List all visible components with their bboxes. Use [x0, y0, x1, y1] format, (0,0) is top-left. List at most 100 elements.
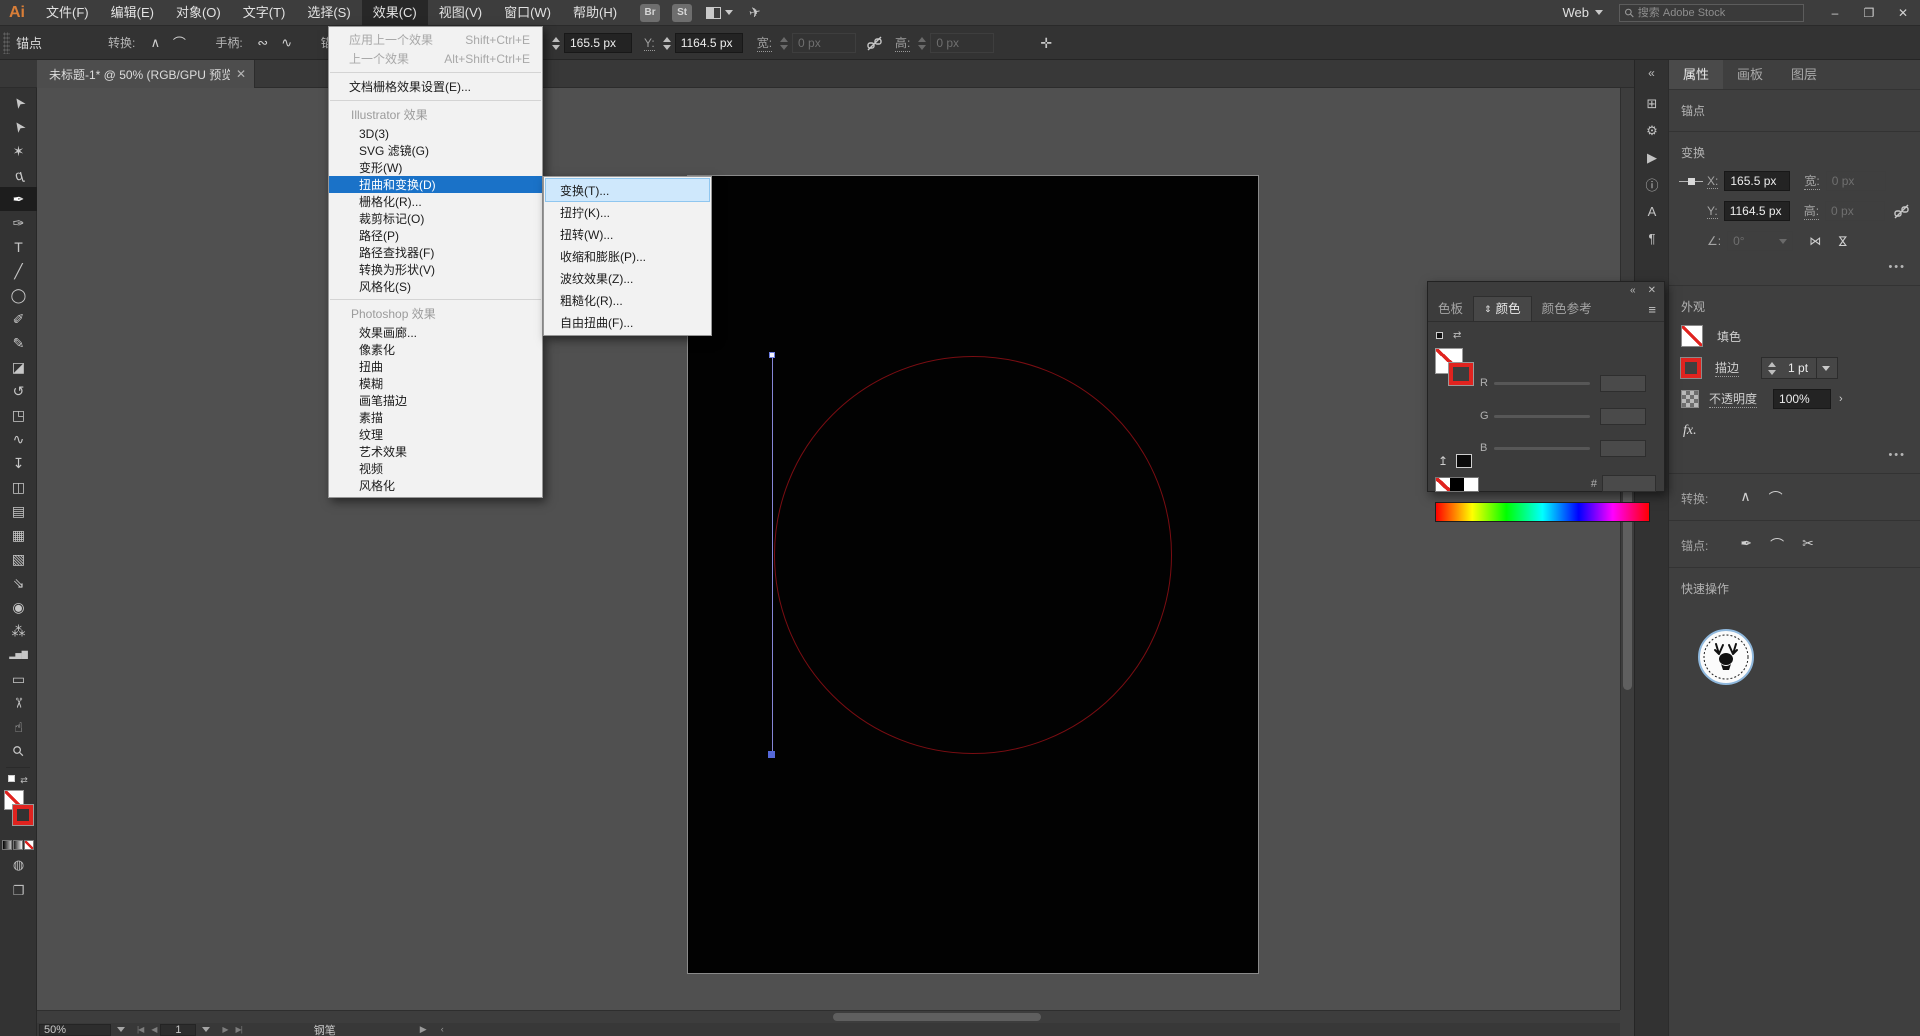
- submenu-item[interactable]: 扭转(W)...: [546, 223, 709, 245]
- type-tool[interactable]: T: [0, 235, 37, 259]
- red-slider[interactable]: [1494, 382, 1590, 385]
- gradient-tool[interactable]: ▧: [0, 547, 37, 571]
- menubar-item[interactable]: 视图(V): [428, 0, 493, 26]
- menu-item[interactable]: 栅格化(R)...: [329, 193, 542, 210]
- restore-button[interactable]: ❐: [1852, 0, 1886, 26]
- panel-menu-icon[interactable]: ≡: [1648, 302, 1656, 317]
- line-segment-tool[interactable]: ╱: [0, 259, 37, 283]
- convert-to-corner-icon[interactable]: ∧: [1740, 488, 1750, 508]
- workspace-switcher-icon[interactable]: [706, 7, 733, 19]
- stock-icon[interactable]: St: [672, 4, 692, 22]
- gradient-button[interactable]: [13, 840, 23, 850]
- column-graph-tool[interactable]: ▂▅▇: [0, 643, 37, 667]
- hide-handles-icon[interactable]: ∿: [276, 32, 298, 54]
- menu-item[interactable]: 裁剪标记(O): [329, 210, 542, 227]
- none-button[interactable]: [24, 840, 34, 850]
- paragraph-panel-icon[interactable]: ¶: [1635, 225, 1669, 252]
- stroke-swatch[interactable]: [1681, 358, 1701, 378]
- show-handles-icon[interactable]: ∾: [252, 32, 274, 54]
- tab-artboards[interactable]: 画板: [1723, 60, 1777, 89]
- panel-grip[interactable]: [3, 32, 10, 54]
- tab-properties[interactable]: 属性: [1669, 60, 1723, 89]
- menu-item[interactable]: 扭曲和变换(D): [329, 176, 542, 193]
- play-icon[interactable]: ▶: [420, 1024, 427, 1035]
- asset-export-panel-icon[interactable]: ⚙: [1635, 117, 1669, 144]
- pen-tool[interactable]: ✒: [0, 187, 37, 211]
- expand-panels-icon[interactable]: «: [1635, 60, 1668, 90]
- tab-color[interactable]: ⇕ 颜色: [1473, 296, 1532, 321]
- canvas-area[interactable]: [37, 88, 1620, 1010]
- menu-item[interactable]: 路径查找器(F): [329, 244, 542, 261]
- opacity-label[interactable]: 不透明度: [1709, 390, 1757, 408]
- menu-item-document-raster-settings[interactable]: 文档栅格效果设置(E)...: [329, 77, 542, 96]
- appearance-more-options[interactable]: •••: [1669, 439, 1920, 461]
- transform-more-options[interactable]: •••: [1669, 251, 1920, 273]
- zoom-tool[interactable]: ⚲: [0, 739, 37, 763]
- menu-item[interactable]: 风格化: [329, 477, 542, 494]
- artboards-panel-icon[interactable]: ⊞: [1635, 90, 1669, 117]
- tab-color-guide[interactable]: 颜色参考: [1532, 297, 1602, 321]
- bridge-icon[interactable]: Br: [640, 4, 660, 22]
- submenu-item[interactable]: 变换(T)...: [546, 179, 709, 201]
- last-artboard-icon[interactable]: ▶|: [236, 1025, 242, 1034]
- collapse-icon[interactable]: ‹: [441, 1024, 444, 1035]
- hex-value-field[interactable]: [1602, 475, 1656, 492]
- anchor-point-top[interactable]: [769, 352, 775, 358]
- fx-button[interactable]: fx.: [1669, 409, 1920, 439]
- menu-item[interactable]: 风格化(S): [329, 278, 542, 295]
- submenu-item[interactable]: 自由扭曲(F)...: [546, 311, 709, 333]
- paintbrush-tool[interactable]: ✐: [0, 307, 37, 331]
- menubar-item[interactable]: 编辑(E): [100, 0, 165, 26]
- submenu-item[interactable]: 扭拧(K)...: [546, 201, 709, 223]
- tab-close-icon[interactable]: ✕: [236, 67, 246, 81]
- menu-item[interactable]: 3D(3): [329, 125, 542, 142]
- y-value-field[interactable]: 1164.5 px: [1724, 201, 1790, 221]
- convert-to-smooth-icon[interactable]: ⌒: [1769, 488, 1783, 508]
- close-panel-icon[interactable]: ✕: [1648, 285, 1656, 296]
- menu-item[interactable]: 模糊: [329, 375, 542, 392]
- blue-slider[interactable]: [1494, 447, 1590, 450]
- flip-vertical-icon[interactable]: ⋈: [1840, 235, 1846, 247]
- menubar-item[interactable]: 帮助(H): [562, 0, 628, 26]
- selected-path-segment[interactable]: [772, 355, 773, 755]
- eyedropper-tool[interactable]: ⇘: [0, 571, 37, 595]
- green-value-field[interactable]: [1600, 408, 1646, 425]
- next-artboard-icon[interactable]: ▶: [222, 1025, 227, 1034]
- menu-item[interactable]: 上一个效果 Alt+Shift+Ctrl+E: [329, 49, 542, 68]
- opacity-swatch-icon[interactable]: [1681, 390, 1699, 408]
- stroke-weight-control[interactable]: 1 pt: [1761, 357, 1838, 379]
- blend-tool[interactable]: ◉: [0, 595, 37, 619]
- opacity-options-icon[interactable]: ›: [1839, 393, 1843, 405]
- character-panel-icon[interactable]: A: [1635, 198, 1669, 225]
- stock-search-box[interactable]: ⚲: [1619, 4, 1804, 22]
- horizontal-scrollbar[interactable]: [37, 1010, 1620, 1023]
- eraser-tool[interactable]: ◪: [0, 355, 37, 379]
- ellipse-tool[interactable]: ◯: [0, 283, 37, 307]
- menu-item[interactable]: 艺术效果: [329, 443, 542, 460]
- last-color-control[interactable]: ↥: [1438, 454, 1472, 468]
- y-label[interactable]: Y:: [644, 36, 655, 51]
- rotate-tool[interactable]: ↺: [0, 379, 37, 403]
- menu-item[interactable]: 素描: [329, 409, 542, 426]
- search-input[interactable]: [1638, 7, 1798, 19]
- menu-item[interactable]: 扭曲: [329, 358, 542, 375]
- workspace-dropdown[interactable]: Web: [1563, 5, 1604, 20]
- submenu-item[interactable]: 收缩和膨胀(P)...: [546, 245, 709, 267]
- scale-tool[interactable]: ◳: [0, 403, 37, 427]
- hand-tool[interactable]: ☝: [0, 715, 37, 739]
- lasso-tool[interactable]: ɋ: [0, 163, 37, 187]
- stroke-weight-dropdown[interactable]: [1816, 358, 1835, 378]
- black-swatch[interactable]: [1450, 478, 1464, 491]
- unlink-dimensions-icon[interactable]: [1893, 203, 1910, 220]
- constrain-proportions-icon[interactable]: ✛: [1040, 35, 1052, 52]
- horizontal-scrollbar-thumb[interactable]: [833, 1013, 1041, 1021]
- menu-item[interactable]: 画笔描边: [329, 392, 542, 409]
- stroke-color-swatch[interactable]: [13, 805, 33, 825]
- smooth-curve-icon[interactable]: ⌒: [1770, 535, 1784, 555]
- color-spectrum-bar[interactable]: [1435, 502, 1650, 522]
- menu-item[interactable]: SVG 滤镜(G): [329, 142, 542, 159]
- menubar-item[interactable]: 选择(S): [296, 0, 361, 26]
- fill-label[interactable]: 填色: [1717, 328, 1741, 345]
- cut-path-icon[interactable]: ✂: [1802, 535, 1814, 555]
- zoom-dropdown-icon[interactable]: [117, 1027, 125, 1032]
